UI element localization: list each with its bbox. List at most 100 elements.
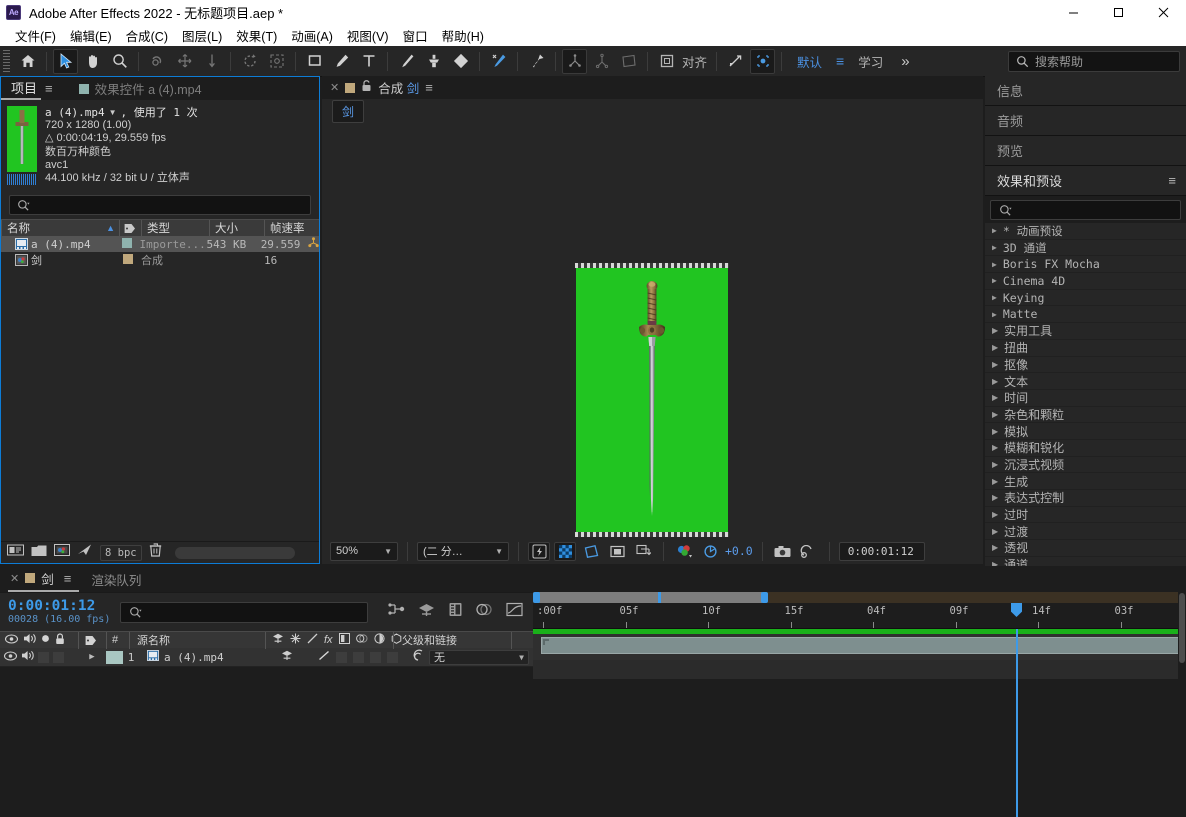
layer-duration-bar[interactable]	[541, 637, 1186, 654]
resolution-select[interactable]: (二 分… ▼	[417, 541, 509, 561]
timeline-panel-menu-icon[interactable]: ≡	[64, 571, 72, 586]
roto-brush-tool-icon[interactable]	[237, 49, 262, 74]
tab-render-queue[interactable]: 渲染队列	[81, 566, 151, 592]
tab-effect-controls[interactable]: 效果控件 a (4).mp4	[61, 79, 202, 98]
effects-category-item[interactable]: ▶ 模拟	[985, 423, 1186, 440]
mask-path-icon[interactable]	[580, 542, 602, 561]
effects-category-item[interactable]: ▶ Boris FX Mocha	[985, 256, 1186, 274]
comp-timecode[interactable]: 0:00:01:12	[838, 541, 925, 561]
effects-category-item[interactable]: ▶ 透视	[985, 540, 1186, 557]
align-label[interactable]: 对齐	[680, 52, 711, 71]
column-framerate[interactable]: 帧速率	[270, 220, 305, 236]
effects-category-item[interactable]: ▶ Keying	[985, 290, 1186, 307]
layer-eye-icon[interactable]	[3, 650, 18, 664]
effects-panel-menu-icon[interactable]: ≡	[1168, 173, 1176, 188]
adjustment-layer-switch-icon[interactable]	[373, 633, 385, 647]
help-search-input[interactable]: 搜索帮助	[1008, 51, 1180, 72]
scrollbar-thumb[interactable]	[1179, 593, 1185, 663]
effects-switch-label[interactable]: fx	[324, 634, 333, 646]
layer-motionblur-toggle[interactable]	[370, 651, 381, 663]
lock-icon[interactable]	[55, 632, 65, 648]
timeline-vertical-scrollbar[interactable]	[1178, 592, 1186, 817]
column-type[interactable]: 类型	[147, 220, 170, 236]
layer-name[interactable]: a (4).mp4	[164, 651, 224, 664]
mesh-sculpt-icon[interactable]	[750, 48, 776, 74]
navigator-range[interactable]	[537, 592, 762, 603]
menu-effect[interactable]: 效果(T)	[229, 26, 284, 45]
roto-brush2-tool-icon[interactable]	[486, 49, 511, 74]
effects-category-item[interactable]: ▶ * 动画预设	[985, 223, 1186, 240]
project-settings-icon[interactable]	[77, 543, 93, 562]
panel-tab-preview[interactable]: 预览	[985, 136, 1186, 166]
layer-adjustment-toggle[interactable]	[387, 651, 398, 663]
fast-preview-icon[interactable]	[528, 541, 550, 561]
effects-category-item[interactable]: ▶ 扭曲	[985, 340, 1186, 357]
timeline-link-icon[interactable]	[632, 542, 654, 561]
unified-camera-tool-icon[interactable]	[172, 49, 197, 74]
menu-file[interactable]: 文件(F)	[8, 26, 63, 45]
exposure-value[interactable]: +0.0	[725, 544, 753, 558]
effects-category-item[interactable]: ▶ 过时	[985, 507, 1186, 524]
layer-search-input[interactable]	[120, 601, 369, 623]
effects-search-input[interactable]	[990, 200, 1181, 220]
home-icon[interactable]	[15, 49, 40, 74]
layer-label-color[interactable]	[106, 650, 123, 664]
motion-blur-switch-icon[interactable]	[355, 633, 368, 647]
comp-tab-label[interactable]: 合成 剑	[378, 78, 419, 97]
workspace-default-label[interactable]: 默认	[787, 52, 832, 71]
workspace-overflow-icon[interactable]: »	[893, 53, 917, 70]
zoom-level-select[interactable]: 50% ▼	[330, 541, 398, 561]
menu-edit[interactable]: 编辑(E)	[63, 26, 119, 45]
effects-category-item[interactable]: ▶ 生成	[985, 473, 1186, 490]
effects-category-item[interactable]: ▶ Matte	[985, 306, 1186, 324]
pen-tool-icon[interactable]	[329, 49, 354, 74]
eraser-tool-icon[interactable]	[448, 49, 473, 74]
breadcrumb-item[interactable]: 剑	[332, 99, 365, 123]
tab-project[interactable]: 项目	[1, 77, 42, 100]
pan-behind-tool-icon[interactable]	[199, 49, 224, 74]
effects-category-item[interactable]: ▶ 过渡	[985, 523, 1186, 541]
effects-category-item[interactable]: ▶ 3D 通道	[985, 240, 1186, 257]
clone-stamp-tool-icon[interactable]	[421, 49, 446, 74]
layer-bar-handle[interactable]	[543, 639, 549, 645]
menu-view[interactable]: 视图(V)	[340, 26, 396, 45]
layer-solo-toggle[interactable]	[38, 651, 49, 663]
panel-tab-effects-and-presets[interactable]: 效果和预设 ≡	[985, 166, 1186, 196]
column-index[interactable]: #	[112, 634, 118, 646]
layer-3d-switch-icon[interactable]	[281, 650, 293, 664]
expand-arrow-icon[interactable]: ▶	[78, 652, 106, 662]
layer-frameblend-toggle[interactable]	[353, 651, 364, 663]
effects-category-item[interactable]: ▶ Cinema 4D	[985, 273, 1186, 290]
show-snapshot-icon[interactable]	[798, 542, 820, 561]
transparency-grid-icon[interactable]	[554, 541, 576, 561]
layer-parent-select[interactable]: 无 ▼	[429, 649, 529, 665]
timeline-navigator[interactable]	[533, 592, 1186, 603]
graph-editor-icon[interactable]	[506, 602, 523, 622]
bit-depth-button[interactable]: 8 bpc	[100, 544, 142, 561]
minimize-button[interactable]	[1051, 0, 1096, 24]
exposure-reset-icon[interactable]	[699, 542, 721, 561]
selection-tool-icon[interactable]	[53, 48, 78, 74]
shy-switch-icon[interactable]	[290, 633, 301, 647]
current-time-display[interactable]: 0:00:01:12	[8, 599, 110, 614]
audio-icon[interactable]	[23, 633, 36, 647]
project-panel-menu-icon[interactable]: ≡	[41, 81, 61, 96]
lock-icon[interactable]	[361, 79, 372, 97]
navigator-end-handle[interactable]	[761, 592, 768, 603]
snap-arrow-icon[interactable]	[723, 49, 748, 74]
draft-3d-icon[interactable]	[418, 603, 435, 622]
tab-comp-timeline[interactable]: ✕ 剑 ≡	[8, 566, 80, 592]
quality-switch-icon[interactable]	[307, 633, 318, 647]
menu-help[interactable]: 帮助(H)	[435, 26, 491, 45]
chevron-down-icon[interactable]: ▼	[109, 106, 117, 119]
brush-tool-icon[interactable]	[394, 49, 419, 74]
layer-audio-icon[interactable]	[21, 650, 34, 664]
close-icon[interactable]: ✕	[10, 572, 19, 585]
vertex-snapping-icon[interactable]	[562, 48, 587, 74]
layer-lock-toggle[interactable]	[53, 651, 64, 663]
comp-canvas[interactable]	[575, 263, 729, 537]
text-tool-icon[interactable]	[356, 49, 381, 74]
workspace-menu-icon[interactable]: ≡	[832, 53, 848, 69]
region-of-interest-icon[interactable]	[606, 542, 628, 561]
column-source-name[interactable]: 源名称	[137, 632, 170, 648]
